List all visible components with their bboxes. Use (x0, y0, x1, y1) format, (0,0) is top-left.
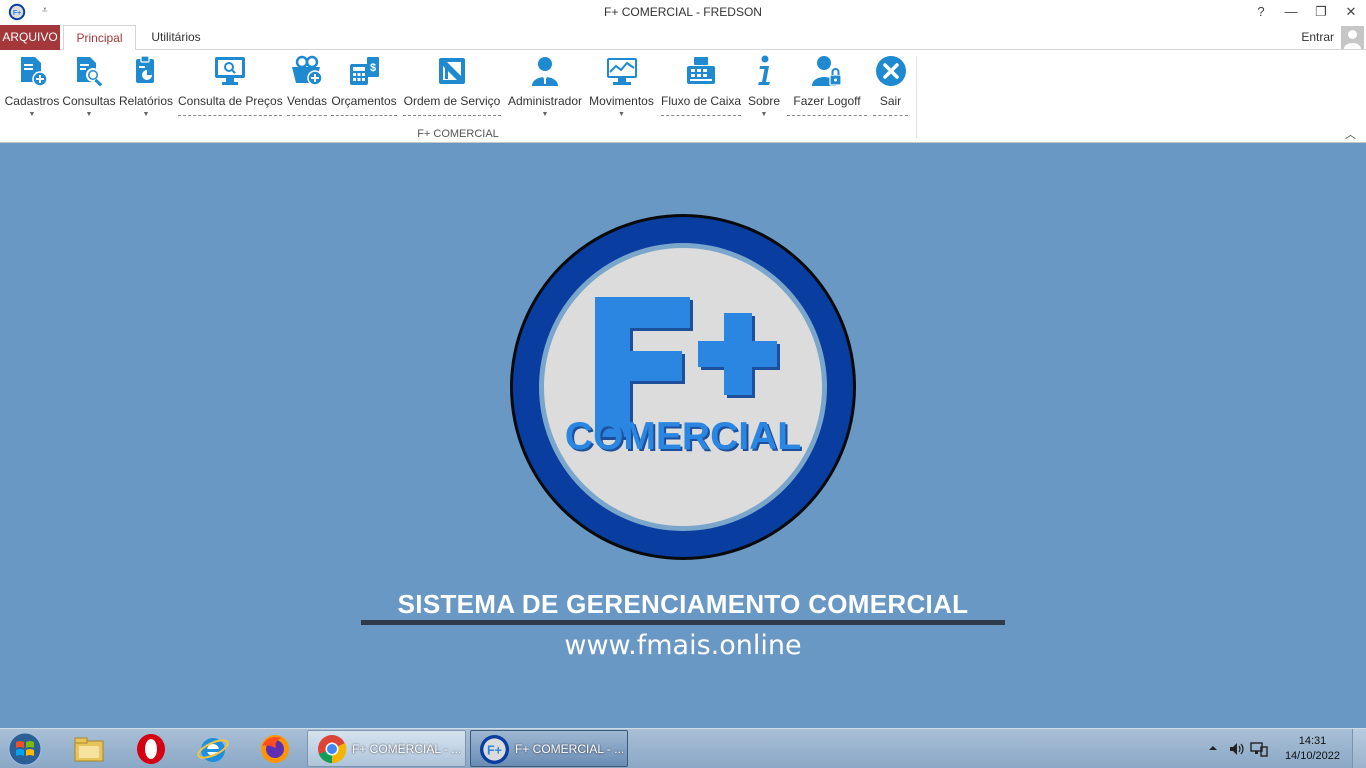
consulta-precos-button[interactable]: Consulta de Preços (178, 54, 283, 118)
main-workspace: COMERCIAL COMERCIAL SISTEMA DE GERENCIAM… (0, 143, 1366, 728)
fazer-logoff-label: Fazer Logoff (793, 94, 861, 108)
system-slogan: SISTEMA DE GERENCIAMENTO COMERCIAL (397, 589, 969, 619)
monitor-chart-icon (606, 58, 637, 85)
login-link[interactable]: Entrar (1301, 30, 1334, 44)
logo-comercial-text: COMERCIAL (565, 415, 801, 458)
taskbar-window-fplus[interactable]: F+ F+ COMERCIAL - ... (470, 730, 628, 767)
taskbar-window-label: F+ COMERCIAL - ... (352, 742, 462, 756)
website-url: www.fmais.online (564, 630, 802, 661)
sobre-label: Sobre (747, 94, 781, 108)
clock-date: 14/10/2022 (1284, 750, 1340, 762)
sair-button[interactable]: Sair (873, 54, 908, 118)
file-explorer-icon[interactable] (72, 732, 106, 766)
fplus-app-icon: F+ (479, 734, 510, 765)
show-hidden-icons-icon[interactable] (1208, 743, 1218, 753)
avatar[interactable] (1341, 26, 1364, 49)
consulta-precos-label: Consulta de Preços (178, 94, 283, 108)
cash-register-icon (687, 57, 715, 84)
dashed-separator (403, 115, 501, 116)
cadastros-button[interactable]: Cadastros ▼ (4, 54, 60, 118)
help-button[interactable]: ? (1246, 2, 1276, 22)
fluxo-caixa-button[interactable]: Fluxo de Caixa (661, 54, 741, 118)
sobre-button[interactable]: Sobre ▼ (746, 54, 782, 118)
fluxo-caixa-label: Fluxo de Caixa (661, 94, 742, 108)
chevron-down-icon: ▼ (541, 111, 549, 118)
fplus-comercial-logo: COMERCIAL COMERCIAL (510, 214, 856, 560)
ribbon-group-label: F+ COMERCIAL (417, 128, 499, 140)
user-lock-icon (812, 56, 842, 86)
info-icon (758, 55, 770, 85)
dashed-separator (178, 115, 282, 116)
start-orb-icon[interactable] (6, 731, 44, 767)
relatorios-button[interactable]: Relatórios ▼ (119, 54, 173, 118)
close-circle-icon (875, 56, 906, 86)
taskbar-window-chrome[interactable]: F+ COMERCIAL - ... (307, 730, 466, 767)
admin-user-icon (532, 57, 558, 86)
cadastros-label: Cadastros (4, 94, 60, 108)
calculator-money-icon: $ (350, 57, 379, 85)
network-icon[interactable] (1250, 740, 1268, 758)
user-silhouette-icon (1341, 26, 1364, 49)
title-bar: F+ ⩡ F+ COMERCIAL - FREDSON ? — ❐ ✕ (0, 0, 1366, 25)
dashed-separator (331, 115, 397, 116)
consultas-button[interactable]: Consultas ▼ (62, 54, 116, 118)
orcamentos-button[interactable]: $ Orçamentos (331, 54, 397, 118)
collapse-ribbon-icon[interactable]: ︿ (1345, 126, 1356, 142)
dashed-separator (873, 115, 908, 116)
tab-principal[interactable]: Principal (63, 25, 136, 51)
consultas-label: Consultas (62, 94, 116, 108)
work-order-icon (439, 58, 465, 84)
orcamentos-label: Orçamentos (331, 94, 397, 108)
chrome-icon (318, 735, 347, 764)
taskbar-window-label: F+ COMERCIAL - ... (515, 742, 625, 756)
internet-explorer-icon[interactable] (196, 732, 230, 766)
close-button[interactable]: ✕ (1336, 2, 1366, 22)
slogan-underline (361, 620, 1005, 625)
tab-arquivo[interactable]: ARQUIVO (0, 25, 60, 50)
monitor-search-icon (215, 57, 245, 85)
movimentos-label: Movimentos (589, 94, 654, 108)
tab-utilitarios[interactable]: Utilitários (142, 25, 210, 50)
firefox-icon[interactable] (258, 732, 292, 766)
system-tray: 14:31 14/10/2022 (1186, 729, 1366, 768)
chevron-down-icon: ▼ (142, 111, 150, 118)
minimize-button[interactable]: — (1276, 2, 1306, 22)
clipboard-chart-icon (136, 55, 154, 83)
ribbon-tabs: ARQUIVO Principal Utilitários Entrar (0, 25, 1366, 51)
fazer-logoff-button[interactable]: Fazer Logoff (787, 54, 867, 118)
dashed-separator (787, 115, 867, 116)
document-add-icon (21, 57, 48, 87)
administrador-button[interactable]: Administrador ▼ (505, 54, 585, 118)
chevron-down-icon: ▼ (760, 111, 768, 118)
ordem-servico-label: Ordem de Serviço (403, 94, 501, 108)
sair-label: Sair (879, 94, 902, 108)
ordem-servico-button[interactable]: Ordem de Serviço (403, 54, 501, 118)
ribbon: Cadastros ▼ Consultas ▼ Relatórios ▼ Con… (0, 50, 1366, 143)
svg-text:F+: F+ (487, 743, 502, 757)
dashed-separator (287, 115, 327, 116)
movimentos-button[interactable]: Movimentos ▼ (587, 54, 656, 118)
volume-icon[interactable] (1228, 740, 1246, 758)
ribbon-group-divider (916, 56, 917, 138)
opera-icon[interactable] (134, 732, 168, 766)
restore-button[interactable]: ❐ (1306, 2, 1336, 22)
svg-text:$: $ (370, 62, 376, 74)
vendas-button[interactable]: Vendas (287, 54, 327, 118)
clock[interactable]: 14:31 14/10/2022 (1285, 734, 1340, 764)
administrador-label: Administrador (507, 94, 583, 108)
show-desktop-button[interactable] (1352, 729, 1366, 768)
dashed-separator (661, 115, 741, 116)
taskbar: F+ COMERCIAL - ... F+ F+ COMERCIAL - ...… (0, 728, 1366, 768)
clock-time: 14:31 (1298, 735, 1327, 747)
relatorios-label: Relatórios (119, 94, 174, 108)
chevron-down-icon: ▼ (28, 111, 36, 118)
vendas-label: Vendas (287, 94, 328, 108)
chevron-down-icon: ▼ (618, 111, 625, 118)
basket-add-icon (292, 55, 323, 86)
window-title: F+ COMERCIAL - FREDSON (604, 5, 762, 19)
document-search-icon (77, 57, 103, 87)
chevron-down-icon: ▼ (85, 111, 93, 118)
